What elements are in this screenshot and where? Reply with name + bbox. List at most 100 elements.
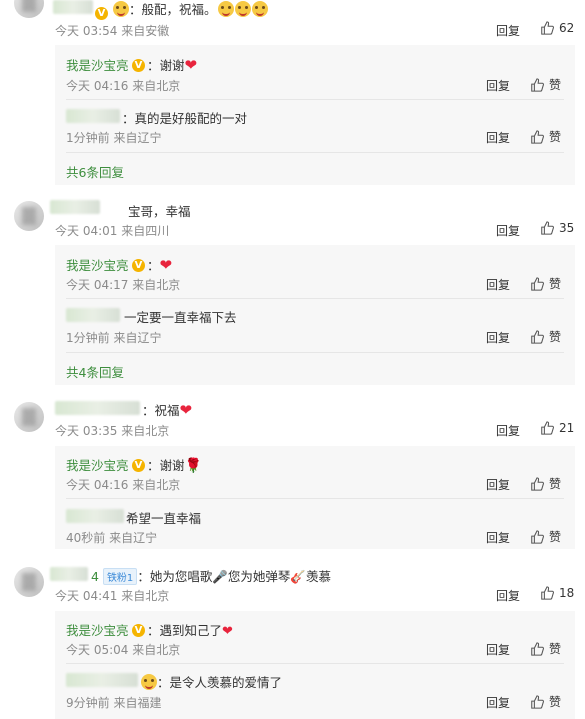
like-button[interactable]: 18 bbox=[540, 586, 574, 600]
reply-button[interactable]: 回复 bbox=[496, 22, 520, 39]
divider bbox=[66, 498, 564, 499]
comment-text: 宝哥，幸福 bbox=[128, 204, 191, 219]
reply-button[interactable]: 回复 bbox=[496, 422, 520, 439]
thumbs-up-icon bbox=[531, 529, 544, 544]
smiling-face-icon bbox=[112, 1, 129, 17]
comment-text: 4 铁粉1 ：她为您唱歌🎤您为她弹琴🎸羡慕 bbox=[91, 568, 332, 585]
like-button[interactable]: 赞 bbox=[530, 76, 561, 93]
like-button[interactable]: 赞 bbox=[530, 528, 561, 545]
reply-meta: 1分钟前 来自辽宁 bbox=[66, 331, 162, 345]
username-blurred[interactable] bbox=[66, 308, 120, 322]
reply-button[interactable]: 回复 bbox=[486, 694, 510, 711]
username-blurred[interactable] bbox=[66, 673, 138, 687]
verified-v-icon: V bbox=[95, 7, 108, 20]
like-button[interactable]: 赞 bbox=[530, 275, 561, 292]
like-button[interactable]: 35 bbox=[540, 221, 574, 235]
reply-meta: 9分钟前 来自福建 bbox=[66, 696, 162, 710]
like-count: 35 bbox=[559, 221, 575, 235]
reply-meta: 40秒前 来自辽宁 bbox=[66, 531, 158, 545]
author-name[interactable]: 我是沙宝亮 bbox=[66, 620, 129, 639]
divider bbox=[66, 298, 564, 299]
username-suffix: 4 bbox=[91, 569, 99, 584]
like-label: 赞 bbox=[549, 477, 562, 491]
reply-text: ：谢谢❤ bbox=[147, 56, 198, 74]
reply-text: ：是令人羡慕的爱情了 bbox=[140, 672, 282, 691]
like-button[interactable]: 62 bbox=[540, 21, 574, 35]
thumbs-up-icon bbox=[541, 421, 554, 435]
reply-button[interactable]: 回复 bbox=[486, 329, 510, 346]
like-button[interactable]: 赞 bbox=[530, 475, 561, 492]
divider bbox=[66, 663, 564, 664]
verified-v-icon: V bbox=[132, 455, 145, 472]
comment-text: ：祝福❤ bbox=[142, 401, 193, 419]
avatar[interactable] bbox=[14, 402, 44, 432]
reply-text: ：遇到知己了❤ bbox=[147, 623, 233, 639]
reply-button[interactable]: 回复 bbox=[486, 276, 510, 293]
verified-v-icon: V bbox=[132, 55, 145, 72]
reply-meta: 1分钟前 来自辽宁 bbox=[66, 131, 162, 145]
guitar-icon: 🎸 bbox=[290, 569, 306, 584]
like-button[interactable]: 赞 bbox=[530, 328, 561, 345]
author-name[interactable]: 我是沙宝亮 bbox=[66, 255, 129, 274]
author-name[interactable]: 我是沙宝亮 bbox=[66, 455, 129, 474]
thumbs-up-icon bbox=[531, 77, 544, 92]
microphone-icon: 🎤 bbox=[212, 569, 228, 584]
reply-button[interactable]: 回复 bbox=[496, 222, 520, 239]
reply-button[interactable]: 回复 bbox=[486, 529, 510, 546]
divider bbox=[66, 152, 564, 153]
like-count: 18 bbox=[559, 586, 575, 600]
reply-button[interactable]: 回复 bbox=[496, 587, 520, 604]
username-blurred[interactable] bbox=[50, 567, 88, 581]
thumbs-up-icon bbox=[541, 586, 554, 600]
thumbs-up-icon bbox=[531, 129, 544, 144]
more-replies-link[interactable]: 共4条回复 bbox=[66, 362, 124, 381]
smiling-face-icon bbox=[251, 1, 268, 17]
reply-meta: 今天 05:04 来自北京 bbox=[66, 643, 181, 657]
like-button[interactable]: 赞 bbox=[530, 128, 561, 145]
comment-text: V ：般配，祝福。 bbox=[95, 0, 268, 20]
comment-meta: 今天 04:41 来自北京 bbox=[55, 589, 170, 603]
reply-button[interactable]: 回复 bbox=[486, 77, 510, 94]
reply-text: ：❤ bbox=[147, 256, 173, 274]
reply-meta: 今天 04:16 来自北京 bbox=[66, 79, 181, 93]
avatar[interactable] bbox=[14, 567, 44, 597]
username-blurred[interactable] bbox=[66, 509, 124, 523]
reply-button[interactable]: 回复 bbox=[486, 641, 510, 658]
verified-v-icon: V bbox=[132, 620, 145, 637]
like-label: 赞 bbox=[549, 330, 562, 344]
rose-icon: 🌹 bbox=[184, 458, 202, 474]
heart-icon: ❤ bbox=[222, 624, 233, 639]
thumbs-up-icon bbox=[531, 694, 544, 709]
divider bbox=[66, 99, 564, 100]
like-label: 赞 bbox=[549, 530, 562, 544]
username-blurred[interactable] bbox=[53, 0, 93, 14]
author-name[interactable]: 我是沙宝亮 bbox=[66, 55, 129, 74]
avatar[interactable] bbox=[14, 0, 44, 18]
avatar[interactable] bbox=[14, 201, 44, 231]
smiling-face-icon bbox=[141, 674, 157, 690]
reply-text: 希望一直幸福 bbox=[126, 511, 202, 526]
username-blurred[interactable] bbox=[66, 109, 120, 123]
reply-text: ：真的是好般配的一对 bbox=[122, 111, 248, 126]
thumbs-up-icon bbox=[531, 641, 544, 656]
like-label: 赞 bbox=[549, 130, 562, 144]
like-label: 赞 bbox=[549, 277, 562, 291]
reply-meta: 今天 04:16 来自北京 bbox=[66, 478, 181, 492]
reply-button[interactable]: 回复 bbox=[486, 129, 510, 146]
divider bbox=[66, 352, 564, 353]
username-blurred[interactable] bbox=[50, 200, 100, 214]
comment-meta: 今天 03:35 来自北京 bbox=[55, 424, 170, 438]
fan-badge[interactable]: 铁粉1 bbox=[102, 568, 138, 585]
thumbs-up-icon bbox=[531, 329, 544, 344]
reply-button[interactable]: 回复 bbox=[486, 476, 510, 493]
more-replies-link[interactable]: 共6条回复 bbox=[66, 162, 124, 181]
like-button[interactable]: 21 bbox=[540, 421, 574, 435]
like-count: 62 bbox=[559, 21, 575, 35]
like-button[interactable]: 赞 bbox=[530, 693, 561, 710]
like-label: 赞 bbox=[549, 695, 562, 709]
verified-v-icon: V bbox=[132, 255, 145, 272]
heart-icon: ❤ bbox=[184, 56, 198, 74]
like-button[interactable]: 赞 bbox=[530, 640, 561, 657]
username-blurred[interactable] bbox=[55, 401, 140, 415]
smiling-face-icon bbox=[217, 1, 234, 17]
